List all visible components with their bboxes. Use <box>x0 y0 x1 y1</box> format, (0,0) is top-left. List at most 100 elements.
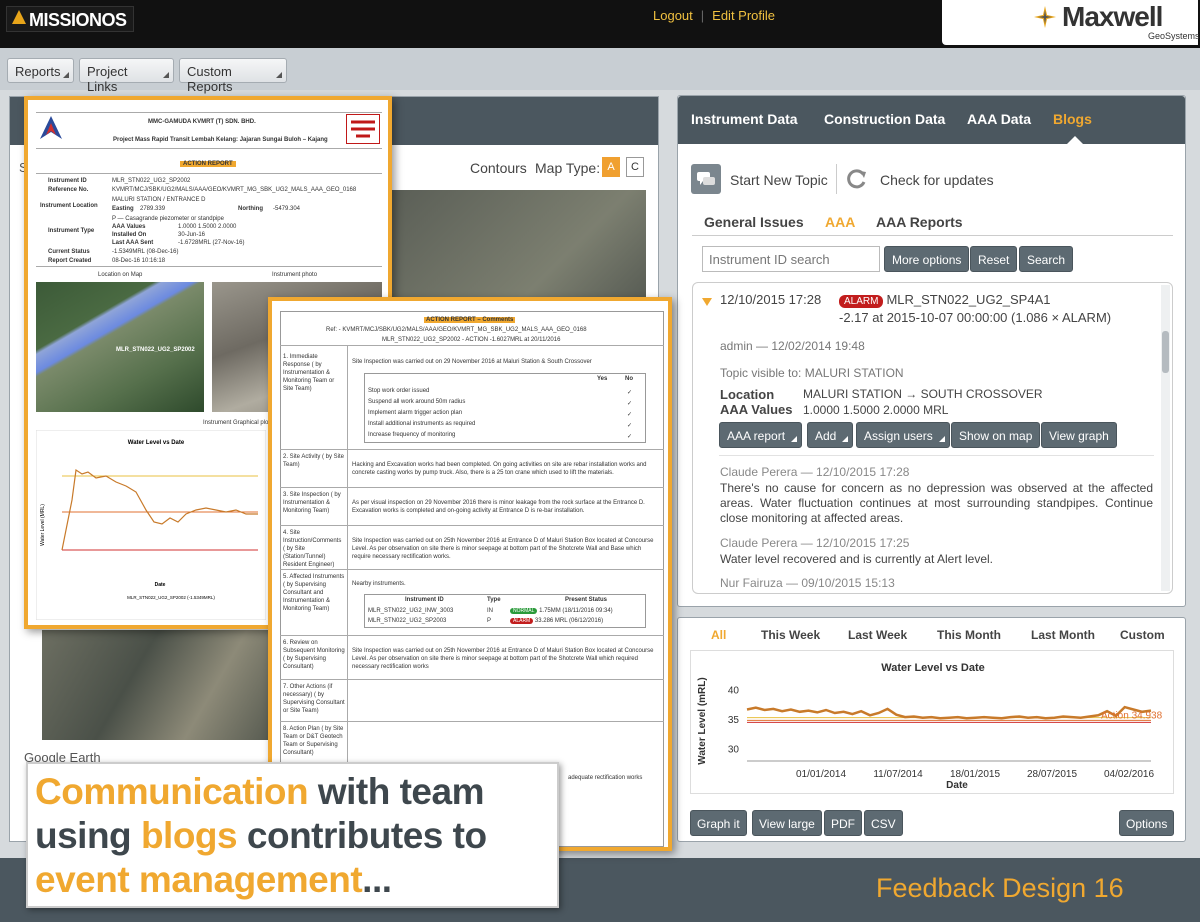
csv-button[interactable]: CSV <box>864 810 903 836</box>
doc-loc-map-label: Location on Map <box>98 272 143 278</box>
expand-caret-icon[interactable] <box>702 298 712 306</box>
blog-timestamp: 12/10/2015 17:28 <box>720 292 822 307</box>
tab-blogs[interactable]: Blogs <box>1053 111 1092 127</box>
comment-section-label: 1. Immediate Response ( by Instrumentati… <box>283 354 335 392</box>
show-on-map-button[interactable]: Show on map <box>951 422 1041 448</box>
table-header: Present Status <box>565 597 608 603</box>
callout-word: contributes to <box>237 815 487 856</box>
doc-field-label: Reference No. <box>48 187 89 193</box>
comment-section-note: Site Inspection was carried out on 25th … <box>352 538 654 560</box>
table-cell: MLR_STN022_UG2_SP2003 <box>368 618 447 624</box>
blog-scrollbar-thumb[interactable] <box>1162 331 1169 373</box>
more-options-button[interactable]: More options <box>884 246 970 272</box>
pdf-button[interactable]: PDF <box>824 810 862 836</box>
missionos-logo[interactable]: MISSIONOS <box>6 6 134 32</box>
callout-word: ... <box>362 859 392 900</box>
mrt-logo-icon <box>40 116 62 139</box>
options-button[interactable]: Options <box>1119 810 1175 836</box>
subtab-aaa-reports[interactable]: AAA Reports <box>876 214 963 230</box>
assign-users-button[interactable]: Assign users <box>856 422 950 448</box>
range-tab-all[interactable]: All <box>711 628 726 642</box>
range-tab-last-week[interactable]: Last Week <box>848 628 907 642</box>
checklist-no-header: No <box>625 376 633 382</box>
tab-construction-data[interactable]: Construction Data <box>824 111 945 127</box>
chart-y-label: Water Level (mRL) <box>697 677 708 764</box>
callout-word: blogs <box>140 815 238 856</box>
callout-word: with team <box>308 771 485 812</box>
doc-company: MMC-GAMUDA KVMRT (T) SDN. BHD. <box>148 119 256 125</box>
comment-section-note: adequate rectification works <box>568 775 643 781</box>
aaa-values-value: 1.0000 1.5000 2.0000 MRL <box>803 403 949 417</box>
doc-field-value: -1.5349MRL (08-Dec-16) <box>112 249 179 255</box>
doc-aaa-label: AAA Values <box>112 224 146 230</box>
refresh-icon[interactable] <box>846 168 868 190</box>
range-tab-this-month[interactable]: This Month <box>937 628 1001 642</box>
y-tick-label: 30 <box>728 744 740 755</box>
doc-field-label: Instrument Location <box>40 203 98 209</box>
check-updates-button[interactable]: Check for updates <box>880 172 994 188</box>
start-topic-icon[interactable] <box>691 164 721 194</box>
action-annotation: Action 34.938 <box>1101 710 1163 721</box>
add-button[interactable]: Add <box>807 422 854 448</box>
tab-instrument-data[interactable]: Instrument Data <box>691 111 798 127</box>
subtab-aaa[interactable]: AAA <box>825 214 855 230</box>
doc-project: Project Mass Rapid Transit Lembah Kelang… <box>113 137 328 143</box>
range-tab-last-month[interactable]: Last Month <box>1031 628 1095 642</box>
instrument-id-search-input[interactable]: Instrument ID search <box>702 246 880 272</box>
doc-field-label: Instrument ID <box>48 178 87 184</box>
view-graph-button[interactable]: View graph <box>1041 422 1117 448</box>
comment-section-note: Nearby instruments. <box>352 581 406 587</box>
map-type-c-button[interactable]: C <box>626 157 644 177</box>
comment-section-note: Site Inspection was carried out on 29 No… <box>352 359 592 365</box>
affected-instruments-table: Instrument ID Type Present Status MLR_ST… <box>364 594 646 628</box>
search-button[interactable]: Search <box>1019 246 1074 272</box>
checklist-item: Implement alarm trigger action plan <box>368 410 463 416</box>
doc-chart-title: Water Level vs Date <box>128 440 185 446</box>
logo-star-icon <box>12 10 26 24</box>
x-tick-label: 04/02/2016 <box>1104 769 1154 780</box>
callout-text: Communication with team using blogs contr… <box>35 770 487 902</box>
alarm-badge: ALARM <box>839 295 884 308</box>
tab-aaa-data[interactable]: AAA Data <box>967 111 1031 127</box>
callout-box: Communication with team using blogs contr… <box>26 762 559 908</box>
blog-reading: -2.17 at 2015-10-07 00:00:00 (1.086 × AL… <box>839 310 1112 325</box>
active-tab-pointer <box>1067 136 1083 144</box>
graph-it-button[interactable]: Graph it <box>690 810 747 836</box>
checklist-item: Install additional instruments as requir… <box>368 421 476 427</box>
comment-section-note: Site Inspection was carried out on 25th … <box>352 648 654 670</box>
action-checklist: Yes No Stop work order issued Suspend al… <box>364 373 646 443</box>
blog-visibility: Topic visible to: MALURI STATION <box>720 366 904 380</box>
logo-text: MISSIONOS <box>29 10 127 30</box>
doc-field-label: Current Status <box>48 249 90 255</box>
logout-link[interactable]: Logout <box>653 8 693 23</box>
water-level-chart[interactable]: Water Level vs Date Water Level (mRL) Da… <box>690 650 1174 794</box>
doc-chart-legend: MLR_STN022_UG2_SP2002 (-1.5349MRL) <box>127 595 215 600</box>
doc-chart-xlabel: Date <box>155 582 166 588</box>
range-tab-custom[interactable]: Custom <box>1120 628 1165 642</box>
subtab-general-issues[interactable]: General Issues <box>704 214 804 230</box>
project-links-menu-button[interactable]: Project Links <box>79 58 174 94</box>
start-new-topic-button[interactable]: Start New Topic <box>730 172 828 188</box>
doc-last-aaa-value: -1.6728MRL (27-Nov-16) <box>178 240 245 246</box>
comment-section-label: 3. Site Inspection ( by Instrumentation … <box>283 492 341 514</box>
location-label: Location <box>720 387 775 402</box>
edit-profile-link[interactable]: Edit Profile <box>712 8 775 23</box>
view-large-button[interactable]: View large <box>752 810 822 836</box>
doc-graph-title: Instrument Graphical plot <box>203 420 271 426</box>
doc-northing-value: -5479.304 <box>273 206 301 212</box>
comment-section-note: As per visual inspection on 29 November … <box>352 500 645 514</box>
reset-button[interactable]: Reset <box>970 246 1018 272</box>
blog-instrument-id[interactable]: MLR_STN022_UG2_SP4A1 <box>886 292 1050 307</box>
normal-status-badge: NORMAL <box>510 608 538 614</box>
custom-reports-menu-button[interactable]: Custom Reports <box>179 58 287 94</box>
range-tab-this-week[interactable]: This Week <box>761 628 820 642</box>
map-type-a-button[interactable]: A <box>602 157 620 177</box>
comment-author: Claude Perera — 12/10/2015 17:25 <box>720 536 910 550</box>
comment-author: Claude Perera — 12/10/2015 17:28 <box>720 465 910 479</box>
doc-northing-label: Northing <box>238 206 263 212</box>
contours-toggle[interactable]: Contours <box>470 160 527 176</box>
blog-thread: 12/10/2015 17:28 ALARM MLR_STN022_UG2_SP4… <box>692 282 1173 594</box>
satellite-map-lower[interactable] <box>42 630 272 740</box>
aaa-report-button[interactable]: AAA report <box>719 422 803 448</box>
reports-menu-button[interactable]: Reports <box>7 58 74 83</box>
